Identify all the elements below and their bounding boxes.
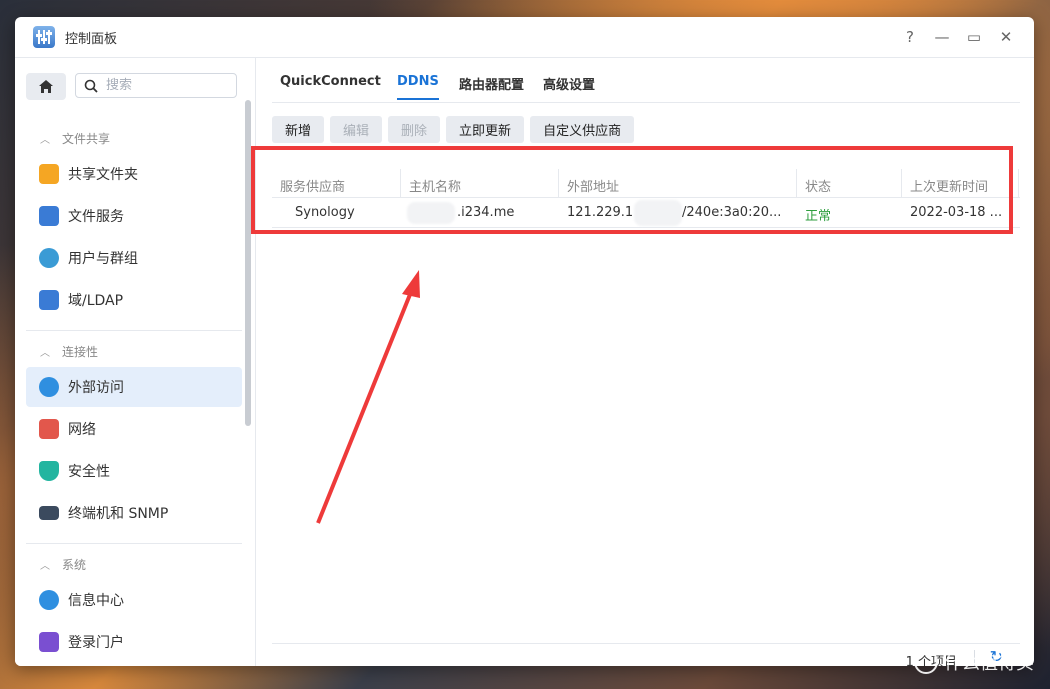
section-label: 系统 bbox=[62, 558, 87, 572]
redacted-blur bbox=[407, 202, 455, 224]
sidebar: ︿ 文件共享 共享文件夹 文件服务 用户与群组 域/LDAP ︿ 连接性 外部访… bbox=[15, 58, 256, 666]
sidebar-scrollbar[interactable] bbox=[245, 100, 251, 426]
shield-icon bbox=[39, 461, 59, 481]
column-separator[interactable] bbox=[558, 169, 559, 197]
section-label: 连接性 bbox=[62, 345, 99, 359]
tab-advanced-settings[interactable]: 高级设置 bbox=[543, 74, 595, 93]
column-separator[interactable] bbox=[796, 169, 797, 197]
sidebar-item-users-groups[interactable]: 用户与群组 bbox=[26, 238, 242, 278]
cell-address-ipv6: /240e:3a0:20... bbox=[682, 205, 782, 220]
login-portal-icon bbox=[39, 632, 59, 652]
cell-address-ipv4: 121.229.1 bbox=[567, 205, 634, 220]
column-separator[interactable] bbox=[1018, 169, 1019, 197]
users-icon bbox=[39, 248, 59, 268]
watermark: 什么值得买 bbox=[914, 649, 1034, 675]
add-button[interactable]: 新增 bbox=[272, 116, 325, 143]
file-service-icon bbox=[39, 206, 59, 226]
sidebar-item-label: 网络 bbox=[68, 422, 96, 438]
home-icon bbox=[39, 80, 53, 93]
column-header-status[interactable]: 状态 bbox=[805, 176, 831, 195]
sidebar-item-security[interactable]: 安全性 bbox=[26, 451, 242, 491]
update-now-button[interactable]: 立即更新 bbox=[446, 116, 525, 143]
control-panel-app-icon bbox=[33, 26, 55, 48]
tab-quickconnect[interactable]: QuickConnect bbox=[280, 74, 381, 89]
grid-footer: 1 个项目 ↻ bbox=[272, 643, 1020, 666]
cell-hostname: .i234.me bbox=[457, 205, 515, 220]
grid-header: 服务供应商 主机名称 外部地址 状态 上次更新时间 bbox=[272, 169, 1020, 198]
ldap-icon bbox=[39, 290, 59, 310]
home-button[interactable] bbox=[26, 73, 66, 100]
terminal-icon bbox=[39, 506, 59, 520]
table-row[interactable]: Synology .i234.me 121.229.1 /240e:3a0:20… bbox=[272, 198, 1020, 228]
sidebar-item-label: 终端机和 SNMP bbox=[68, 506, 169, 522]
chevron-up-icon: ︿ bbox=[40, 348, 50, 359]
column-header-last-updated[interactable]: 上次更新时间 bbox=[910, 176, 988, 195]
section-label: 文件共享 bbox=[62, 132, 111, 146]
info-icon bbox=[39, 590, 59, 610]
sidebar-item-label: 文件服务 bbox=[68, 209, 124, 225]
sidebar-item-label: 信息中心 bbox=[68, 593, 124, 609]
sidebar-item-file-services[interactable]: 文件服务 bbox=[26, 196, 242, 236]
section-system[interactable]: ︿ 系统 bbox=[40, 556, 86, 573]
folder-icon bbox=[39, 164, 59, 184]
search-icon bbox=[84, 79, 98, 93]
minimize-icon[interactable]: — bbox=[926, 28, 958, 46]
cell-last-updated: 2022-03-18 ... bbox=[910, 205, 1003, 220]
tab-ddns[interactable]: DDNS bbox=[397, 74, 439, 100]
sidebar-item-terminal-snmp[interactable]: 终端机和 SNMP bbox=[26, 493, 242, 533]
sidebar-item-network[interactable]: 网络 bbox=[26, 409, 242, 449]
cell-status: 正常 bbox=[805, 209, 832, 224]
sidebar-item-label: 登录门户 bbox=[68, 635, 124, 651]
divider bbox=[26, 330, 242, 331]
watermark-logo-icon bbox=[914, 650, 938, 674]
help-icon[interactable]: ? bbox=[894, 28, 926, 46]
toolbar: 新增 编辑 删除 立即更新 自定义供应商 bbox=[272, 116, 640, 143]
divider bbox=[26, 543, 242, 544]
delete-button[interactable]: 删除 bbox=[388, 116, 441, 143]
column-header-provider[interactable]: 服务供应商 bbox=[280, 176, 345, 195]
close-icon[interactable]: ✕ bbox=[990, 28, 1022, 46]
control-panel-window: 控制面板 ? — ▭ ✕ ︿ 文件共享 bbox=[15, 17, 1034, 666]
sidebar-item-info-center[interactable]: 信息中心 bbox=[26, 580, 242, 620]
chevron-up-icon: ︿ bbox=[40, 135, 50, 146]
sidebar-item-domain-ldap[interactable]: 域/LDAP bbox=[26, 280, 242, 320]
sidebar-item-external-access[interactable]: 外部访问 bbox=[26, 367, 242, 407]
globe-icon bbox=[39, 377, 59, 397]
search-input[interactable] bbox=[104, 77, 228, 94]
redacted-blur bbox=[634, 200, 682, 226]
titlebar: 控制面板 ? — ▭ ✕ bbox=[15, 17, 1034, 58]
column-header-external-address[interactable]: 外部地址 bbox=[567, 176, 619, 195]
watermark-text: 什么值得买 bbox=[944, 653, 1034, 674]
sidebar-item-label: 共享文件夹 bbox=[68, 167, 138, 183]
column-separator[interactable] bbox=[400, 169, 401, 197]
tab-router-config[interactable]: 路由器配置 bbox=[459, 74, 524, 93]
cell-provider: Synology bbox=[295, 205, 355, 220]
sidebar-item-label: 用户与群组 bbox=[68, 251, 138, 267]
sidebar-item-label: 安全性 bbox=[68, 464, 110, 480]
section-file-sharing[interactable]: ︿ 文件共享 bbox=[40, 130, 110, 147]
sidebar-item-shared-folder[interactable]: 共享文件夹 bbox=[26, 154, 242, 194]
column-separator[interactable] bbox=[901, 169, 902, 197]
custom-provider-button[interactable]: 自定义供应商 bbox=[530, 116, 635, 143]
maximize-icon[interactable]: ▭ bbox=[958, 28, 990, 46]
section-connectivity[interactable]: ︿ 连接性 bbox=[40, 343, 98, 360]
tab-bar: QuickConnect DDNS 路由器配置 高级设置 bbox=[272, 58, 1020, 103]
edit-button[interactable]: 编辑 bbox=[330, 116, 383, 143]
main-panel: QuickConnect DDNS 路由器配置 高级设置 新增 编辑 删除 立即… bbox=[272, 58, 1020, 666]
search-box[interactable] bbox=[75, 73, 237, 98]
window-title: 控制面板 bbox=[65, 31, 118, 47]
window-controls: ? — ▭ ✕ bbox=[894, 17, 1022, 57]
column-header-hostname[interactable]: 主机名称 bbox=[409, 176, 461, 195]
sidebar-item-login-portal[interactable]: 登录门户 bbox=[26, 622, 242, 662]
chevron-up-icon: ︿ bbox=[40, 561, 50, 572]
sidebar-item-label: 外部访问 bbox=[68, 380, 124, 396]
sidebar-item-label: 域/LDAP bbox=[68, 293, 124, 309]
home-network-icon bbox=[39, 419, 59, 439]
